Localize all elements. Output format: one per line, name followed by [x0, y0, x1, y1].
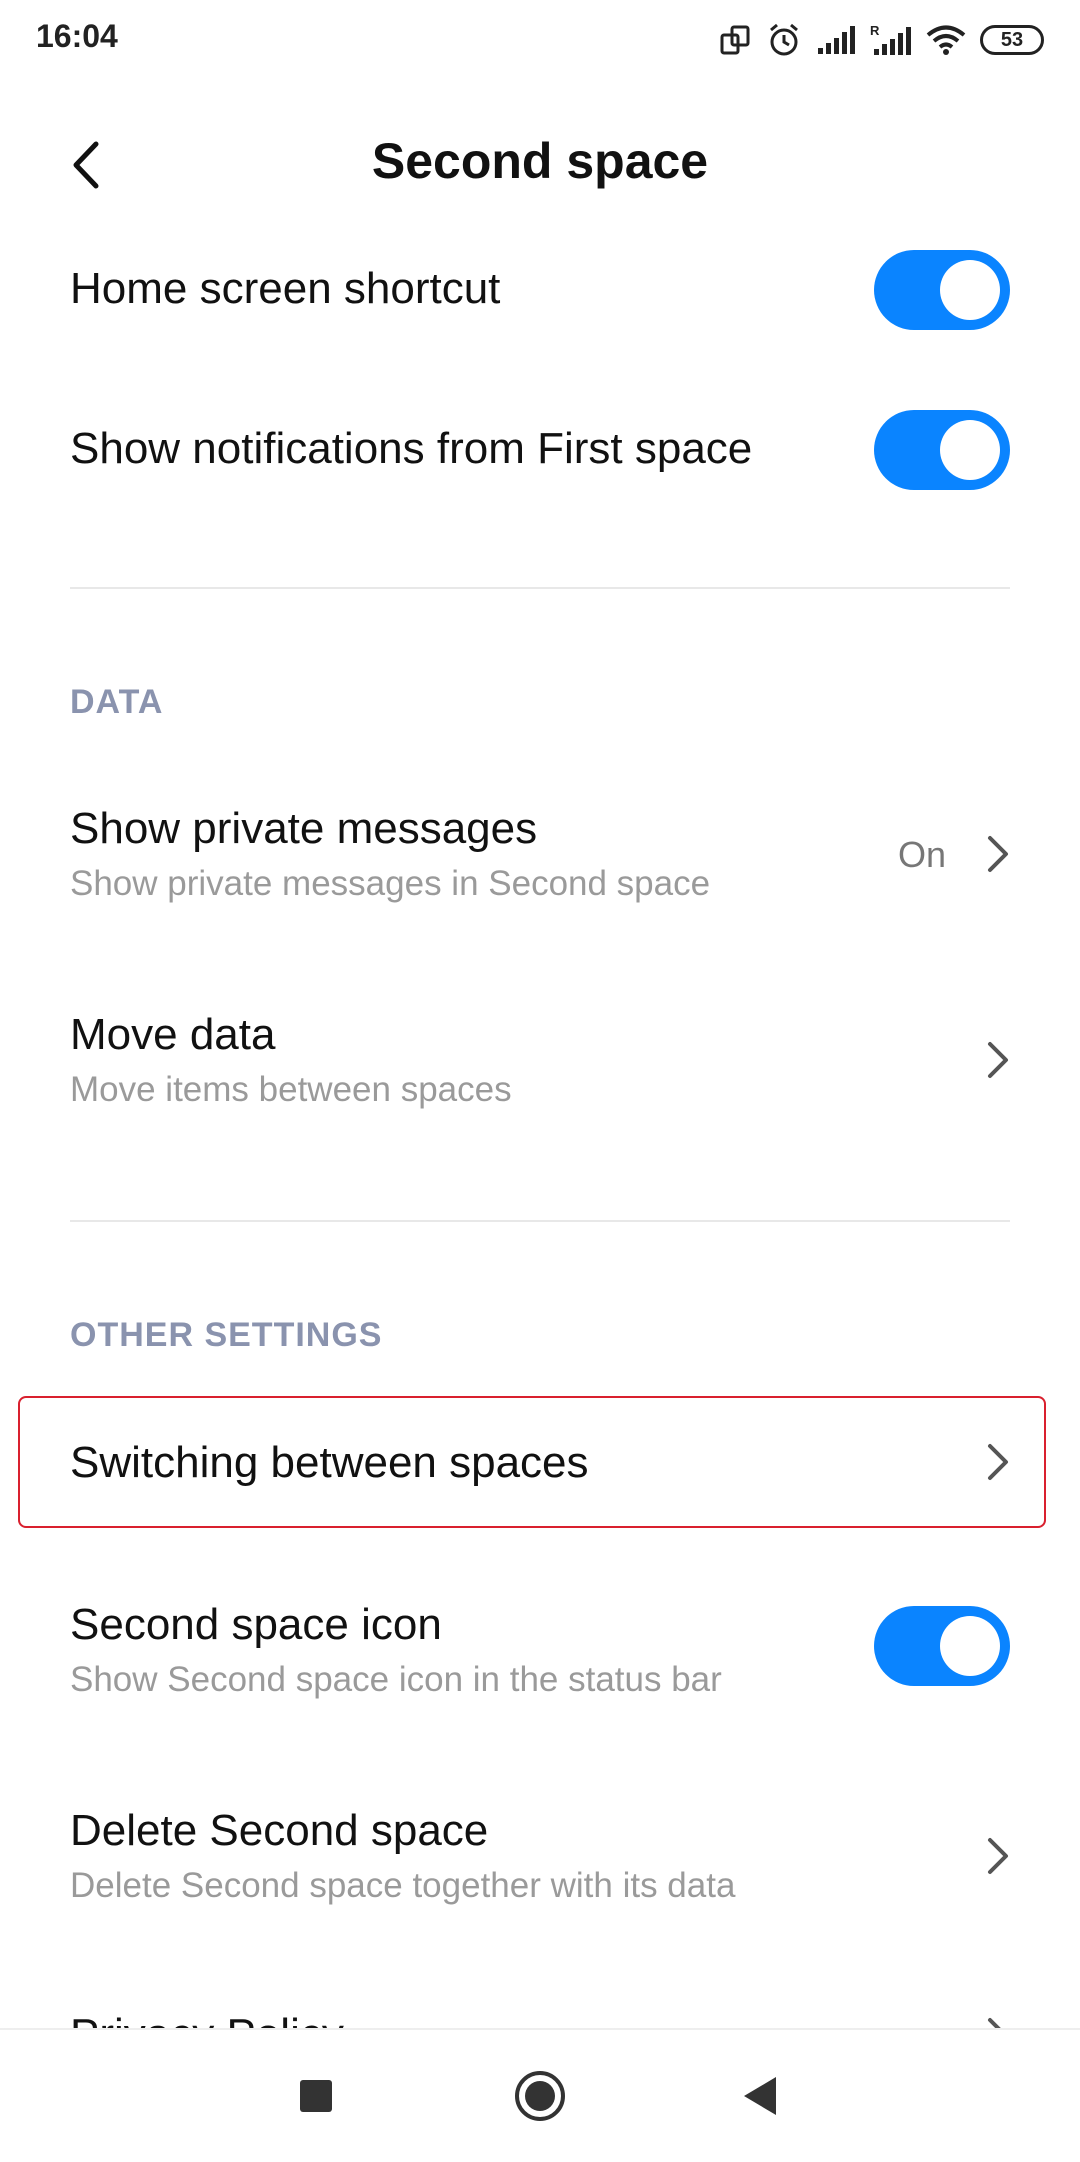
row-title: Switching between spaces — [70, 1438, 589, 1487]
svg-text:R: R — [870, 23, 880, 38]
row-title: Move data — [70, 1010, 276, 1059]
header: Second space — [0, 100, 1080, 220]
switching-between-spaces-row[interactable]: Switching between spaces — [0, 1402, 1080, 1522]
roaming-signal-icon: R — [870, 23, 911, 55]
row-title: Home screen shortcut — [70, 264, 501, 313]
signal-icon — [818, 26, 855, 54]
show-private-messages-row[interactable]: Show private messages Show private messa… — [0, 790, 1080, 920]
back-triangle-icon — [744, 2077, 776, 2115]
show-notifications-row[interactable]: Show notifications from First space — [0, 400, 1080, 500]
chevron-right-icon — [988, 1444, 1008, 1480]
row-value: On — [897, 834, 946, 875]
home-screen-shortcut-toggle[interactable] — [874, 250, 1010, 330]
wifi-icon — [926, 25, 966, 55]
chevron-right-icon — [988, 1042, 1008, 1078]
divider — [70, 1220, 1010, 1222]
home-screen-shortcut-row[interactable]: Home screen shortcut — [0, 240, 1080, 340]
toggle-knob — [940, 1616, 1000, 1676]
second-space-icon-row[interactable]: Second space icon Show Second space icon… — [0, 1586, 1080, 1716]
row-subtitle: Show private messages in Second space — [70, 864, 711, 903]
row-subtitle: Delete Second space together with its da… — [70, 1866, 736, 1905]
chevron-right-icon — [988, 1838, 1008, 1874]
status-time: 16:04 — [36, 18, 118, 54]
row-title: Show private messages — [70, 804, 538, 853]
navigation-bar — [0, 2028, 1080, 2162]
system-back-button[interactable] — [720, 2056, 800, 2136]
row-title: Show notifications from First space — [70, 424, 753, 473]
alarm-icon — [770, 23, 798, 56]
move-data-row[interactable]: Move data Move items between spaces — [0, 996, 1080, 1126]
status-icons: R 53 — [718, 18, 1044, 62]
chevron-right-icon — [988, 836, 1008, 872]
show-notifications-toggle[interactable] — [874, 410, 1010, 490]
row-subtitle: Show Second space icon in the status bar — [70, 1660, 722, 1699]
home-button[interactable] — [500, 2056, 580, 2136]
toggle-knob — [940, 420, 1000, 480]
section-header-data: DATA — [70, 683, 164, 721]
battery-icon: 53 — [980, 25, 1044, 55]
recents-button[interactable] — [276, 2056, 356, 2136]
page-title: Second space — [371, 133, 709, 189]
toggle-knob — [940, 260, 1000, 320]
status-bar: 16:04 R 53 — [0, 0, 1080, 80]
battery-level: 53 — [1000, 28, 1024, 51]
section-header-other-settings: OTHER SETTINGS — [70, 1316, 383, 1354]
row-title: Delete Second space — [70, 1806, 489, 1855]
row-title: Second space icon — [70, 1600, 442, 1649]
home-circle-icon — [515, 2071, 565, 2121]
second-space-icon-toggle[interactable] — [874, 1606, 1010, 1686]
dual-screen-icon — [720, 25, 750, 55]
recents-square-icon — [300, 2080, 332, 2112]
row-subtitle: Move items between spaces — [70, 1070, 512, 1109]
divider — [70, 587, 1010, 589]
delete-second-space-row[interactable]: Delete Second space Delete Second space … — [0, 1792, 1080, 1922]
